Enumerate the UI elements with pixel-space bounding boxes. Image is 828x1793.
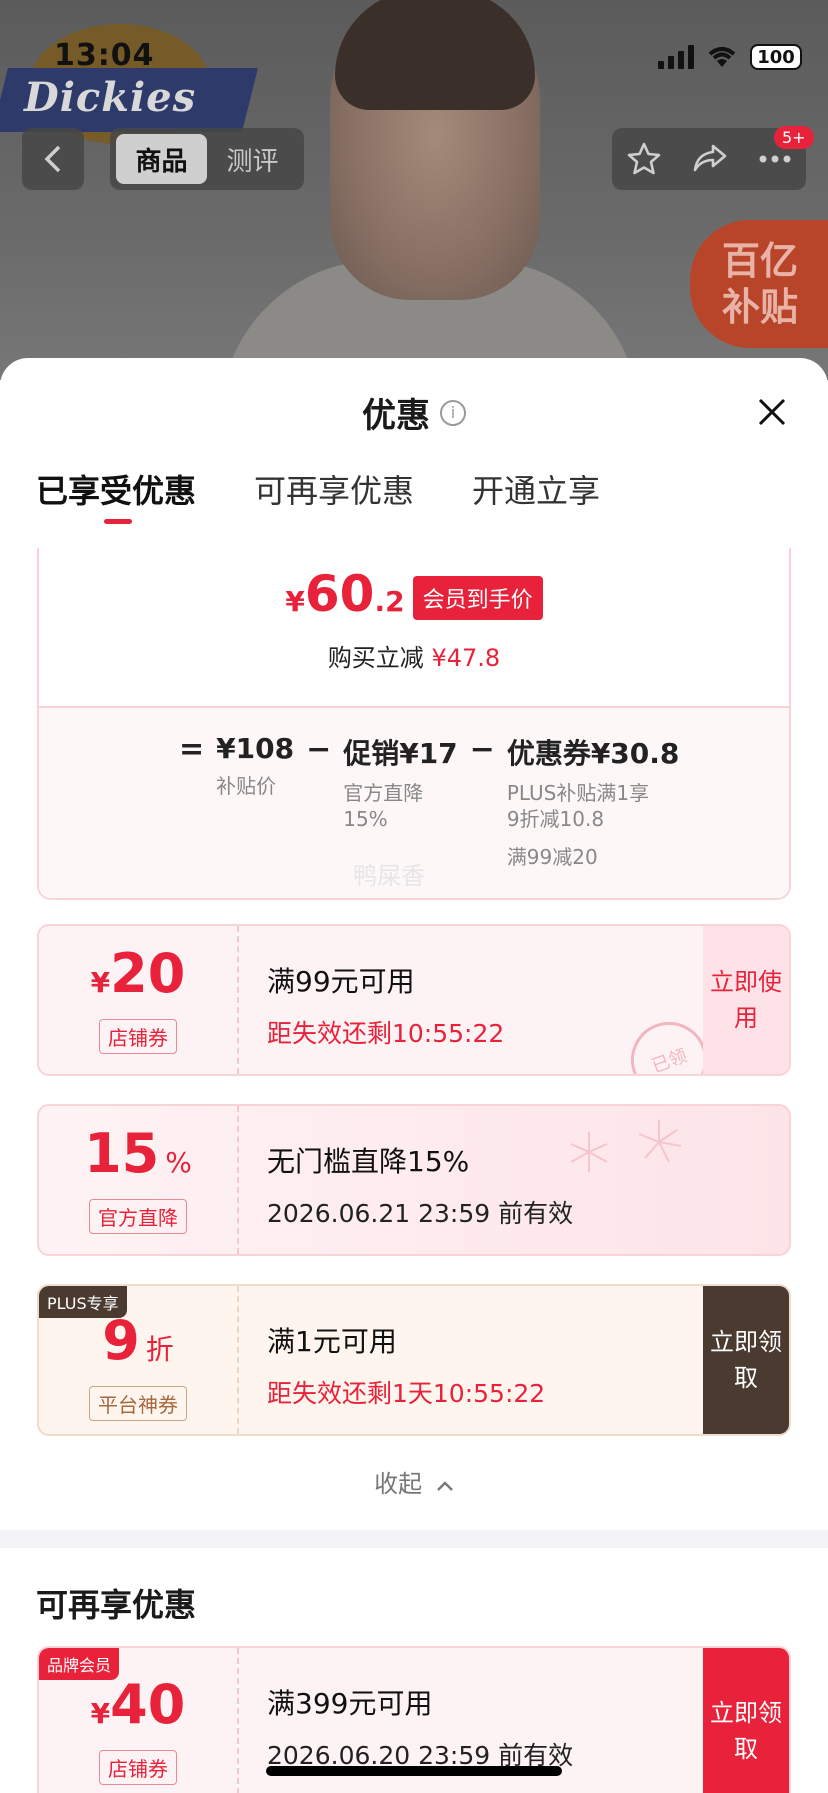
- coupon-validity: 2026.06.21 23:59 前有效: [267, 1199, 574, 1228]
- status-time: 13:04: [54, 38, 155, 73]
- signal-icon: [658, 45, 694, 69]
- share-icon[interactable]: [691, 142, 729, 176]
- info-icon[interactable]: i: [440, 399, 466, 426]
- price-value: ¥60.2: [285, 565, 405, 623]
- tab-enjoyed[interactable]: 已享受优惠: [36, 466, 196, 524]
- subsidy-promo-badge[interactable]: 百亿 补贴: [690, 220, 828, 348]
- coupon-amount: 9折: [102, 1309, 174, 1372]
- coupon-info: 满99元可用 距失效还剩10:55:22: [267, 960, 504, 1050]
- coupon-plus-9: PLUS专享 9折 平台神券 满1元可用 距失效还剩1天10:55:22 立即领…: [37, 1284, 791, 1436]
- member-price: ¥60.2 会员到手价: [39, 568, 789, 628]
- chevron-left-icon: [44, 145, 61, 173]
- discount-sheet: 优惠 i 已享受优惠 可再享优惠 开通立享 ¥60.2 会员到手价 购买立减 ¥…: [0, 358, 828, 1793]
- minus-sign: −: [306, 732, 332, 767]
- watermark: 鸭屎香: [353, 862, 425, 890]
- section-divider: [0, 1530, 828, 1548]
- claim-now-button[interactable]: 立即领取: [703, 1286, 789, 1434]
- coupon-discount: 优惠券¥30.8 PLUS补贴满1享 9折减10.8 满99减20: [506, 737, 680, 869]
- claim-now-button[interactable]: 立即领取: [703, 1648, 789, 1793]
- section-title-more-discounts: 可再享优惠: [36, 1586, 197, 1624]
- promo-line-2: 补贴: [722, 285, 799, 329]
- coupon-amount-block: 9折 平台神券: [39, 1286, 239, 1434]
- coupon-type: 平台神券: [89, 1386, 187, 1421]
- sheet-title: 优惠: [362, 396, 430, 436]
- logo-text: Dickies: [24, 74, 197, 121]
- coupon-official-15: 15% 官方直降 无门槛直降15% 2026.06.21 23:59 前有效: [37, 1104, 791, 1256]
- coupon-info: 满399元可用 2026.06.20 23:59 前有效: [267, 1682, 573, 1772]
- tab-review[interactable]: 测评: [207, 134, 298, 184]
- price-breakdown-card: ¥60.2 会员到手价 购买立减 ¥47.8 = ¥108 补贴价 − 促销¥1…: [37, 548, 791, 900]
- notification-badge: 5+: [774, 126, 814, 149]
- coupon-amount: ¥40: [90, 1673, 186, 1736]
- discount-tabs: 已享受优惠 可再享优惠 开通立享: [36, 466, 600, 524]
- equals-sign: =: [179, 732, 205, 767]
- coupon-amount: 15%: [84, 1122, 192, 1185]
- chevron-up-icon: [436, 1481, 453, 1491]
- coupon-title: 满1元可用: [267, 1325, 397, 1358]
- sheet-header: 优惠 i: [0, 388, 828, 437]
- coupon-title: 满399元可用: [267, 1687, 433, 1720]
- coupon-type: 店铺券: [99, 1019, 177, 1054]
- tab-more[interactable]: 可再享优惠: [254, 466, 414, 512]
- tab-product[interactable]: 商品: [116, 134, 207, 184]
- coupon-type: 官方直降: [89, 1199, 187, 1234]
- star-icon[interactable]: [626, 141, 662, 177]
- reduce-text: 购买立减 ¥47.8: [327, 644, 501, 672]
- member-price-tag: 会员到手价: [412, 576, 543, 620]
- product-tabs: 商品 测评: [110, 128, 304, 190]
- use-now-button[interactable]: 立即使用: [703, 926, 789, 1074]
- coupon-title: 满99元可用: [267, 965, 415, 998]
- price-formula: = ¥108 补贴价 − 促销¥17 官方直降 15% − 优惠券¥30.8 P…: [179, 732, 679, 870]
- coupon-store-20: ¥20 店铺券 满99元可用 距失效还剩10:55:22 已领 立即使用: [37, 924, 791, 1076]
- coupon-info: 满1元可用 距失效还剩1天10:55:22: [267, 1320, 545, 1410]
- back-button[interactable]: [22, 128, 84, 190]
- coupon-type: 店铺券: [99, 1750, 177, 1785]
- wifi-icon: [708, 47, 736, 67]
- base-price: ¥108 补贴价: [216, 732, 295, 798]
- model-hair: [335, 0, 535, 110]
- coupon-countdown: 距失效还剩1天10:55:22: [267, 1379, 546, 1408]
- coupon-countdown: 距失效还剩10:55:22: [267, 1019, 505, 1048]
- coupon-amount-block: 15% 官方直降: [39, 1106, 239, 1254]
- coupon-title: 无门槛直降15%: [267, 1145, 470, 1178]
- coupon-amount: ¥20: [90, 942, 186, 1005]
- firework-decoration-icon: [570, 1120, 682, 1172]
- home-indicator[interactable]: [266, 1766, 562, 1776]
- tab-open[interactable]: 开通立享: [472, 466, 600, 512]
- coupon-info: 无门槛直降15% 2026.06.21 23:59 前有效: [267, 1140, 573, 1230]
- coupon-amount-block: ¥40 店铺券: [39, 1648, 239, 1793]
- minus-sign-2: −: [469, 732, 495, 767]
- coupon-amount-block: ¥20 店铺券: [39, 926, 239, 1074]
- promo-line-1: 百亿: [722, 239, 799, 283]
- close-icon[interactable]: [756, 396, 788, 428]
- battery-icon: 100: [750, 44, 802, 70]
- formula-panel: = ¥108 补贴价 − 促销¥17 官方直降 15% − 优惠券¥30.8 P…: [39, 706, 789, 898]
- more-icon[interactable]: [758, 154, 792, 164]
- status-icons: 100: [658, 44, 802, 70]
- promo-discount: 促销¥17 官方直降 15%: [343, 737, 458, 831]
- collapse-button[interactable]: 收起: [0, 1464, 828, 1499]
